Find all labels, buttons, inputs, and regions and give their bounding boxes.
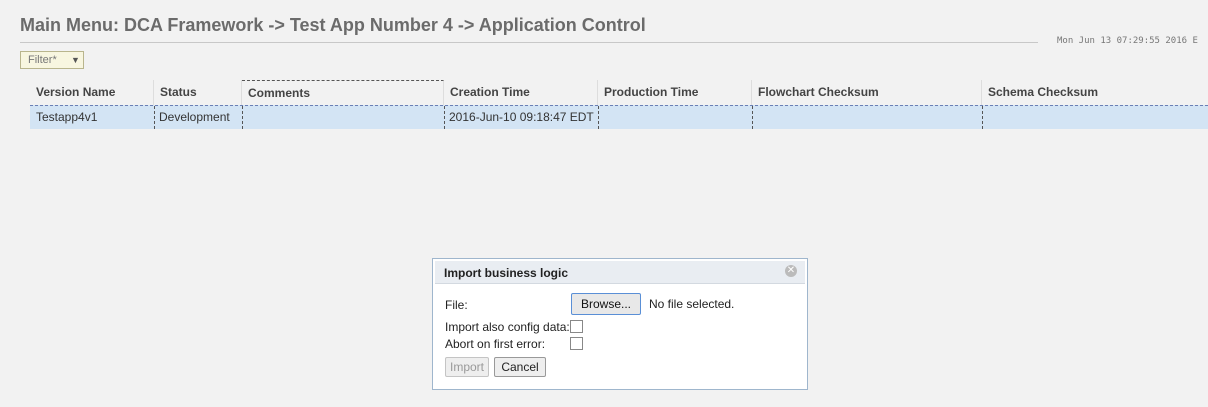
cancel-button[interactable]: Cancel bbox=[494, 357, 546, 377]
import-config-checkbox[interactable] bbox=[570, 320, 583, 333]
column-header-schema-checksum[interactable]: Schema Checksum bbox=[982, 80, 1208, 105]
filter-label: Filter* bbox=[28, 54, 57, 66]
cell-production-time bbox=[598, 106, 752, 129]
cell-comments bbox=[242, 106, 444, 129]
table-row[interactable]: Testapp4v1 Development 2016-Jun-10 09:18… bbox=[30, 105, 1208, 129]
cell-creation-time: 2016-Jun-10 09:18:47 EDT bbox=[444, 106, 598, 129]
file-status: No file selected. bbox=[649, 297, 735, 311]
file-label: File: bbox=[445, 298, 468, 312]
column-header-status[interactable]: Status bbox=[154, 80, 242, 105]
column-header-version-name[interactable]: Version Name bbox=[30, 80, 154, 105]
versions-table: Version Name Status Comments Creation Ti… bbox=[30, 80, 1208, 129]
page-title: Main Menu: DCA Framework -> Test App Num… bbox=[20, 15, 646, 35]
abort-on-error-label: Abort on first error: bbox=[445, 337, 546, 351]
dialog-title: Import business logic bbox=[444, 266, 569, 280]
table-header: Version Name Status Comments Creation Ti… bbox=[30, 80, 1208, 105]
close-icon[interactable]: ✕ bbox=[785, 265, 797, 277]
column-header-flowchart-checksum[interactable]: Flowchart Checksum bbox=[752, 80, 982, 105]
cell-schema-checksum bbox=[982, 106, 1208, 129]
chevron-down-icon: ▼ bbox=[71, 55, 80, 65]
column-header-production-time[interactable]: Production Time bbox=[598, 80, 752, 105]
timestamp: Mon Jun 13 07:29:55 2016 E bbox=[1057, 36, 1198, 46]
column-header-creation-time[interactable]: Creation Time bbox=[444, 80, 598, 105]
import-config-label: Import also config data: bbox=[445, 320, 570, 334]
column-header-comments[interactable]: Comments bbox=[242, 80, 444, 105]
cell-status: Development bbox=[154, 106, 242, 129]
cell-flowchart-checksum bbox=[752, 106, 982, 129]
browse-button[interactable]: Browse... bbox=[571, 293, 641, 315]
cell-version-name: Testapp4v1 bbox=[36, 110, 98, 124]
import-button[interactable]: Import bbox=[445, 357, 489, 377]
import-dialog: Import business logic ✕ File: Browse... … bbox=[432, 258, 808, 390]
abort-on-error-checkbox[interactable] bbox=[570, 337, 583, 350]
title-divider bbox=[20, 42, 1038, 43]
filter-dropdown[interactable]: Filter* ▼ bbox=[20, 51, 84, 69]
dialog-header: Import business logic ✕ bbox=[435, 261, 805, 284]
